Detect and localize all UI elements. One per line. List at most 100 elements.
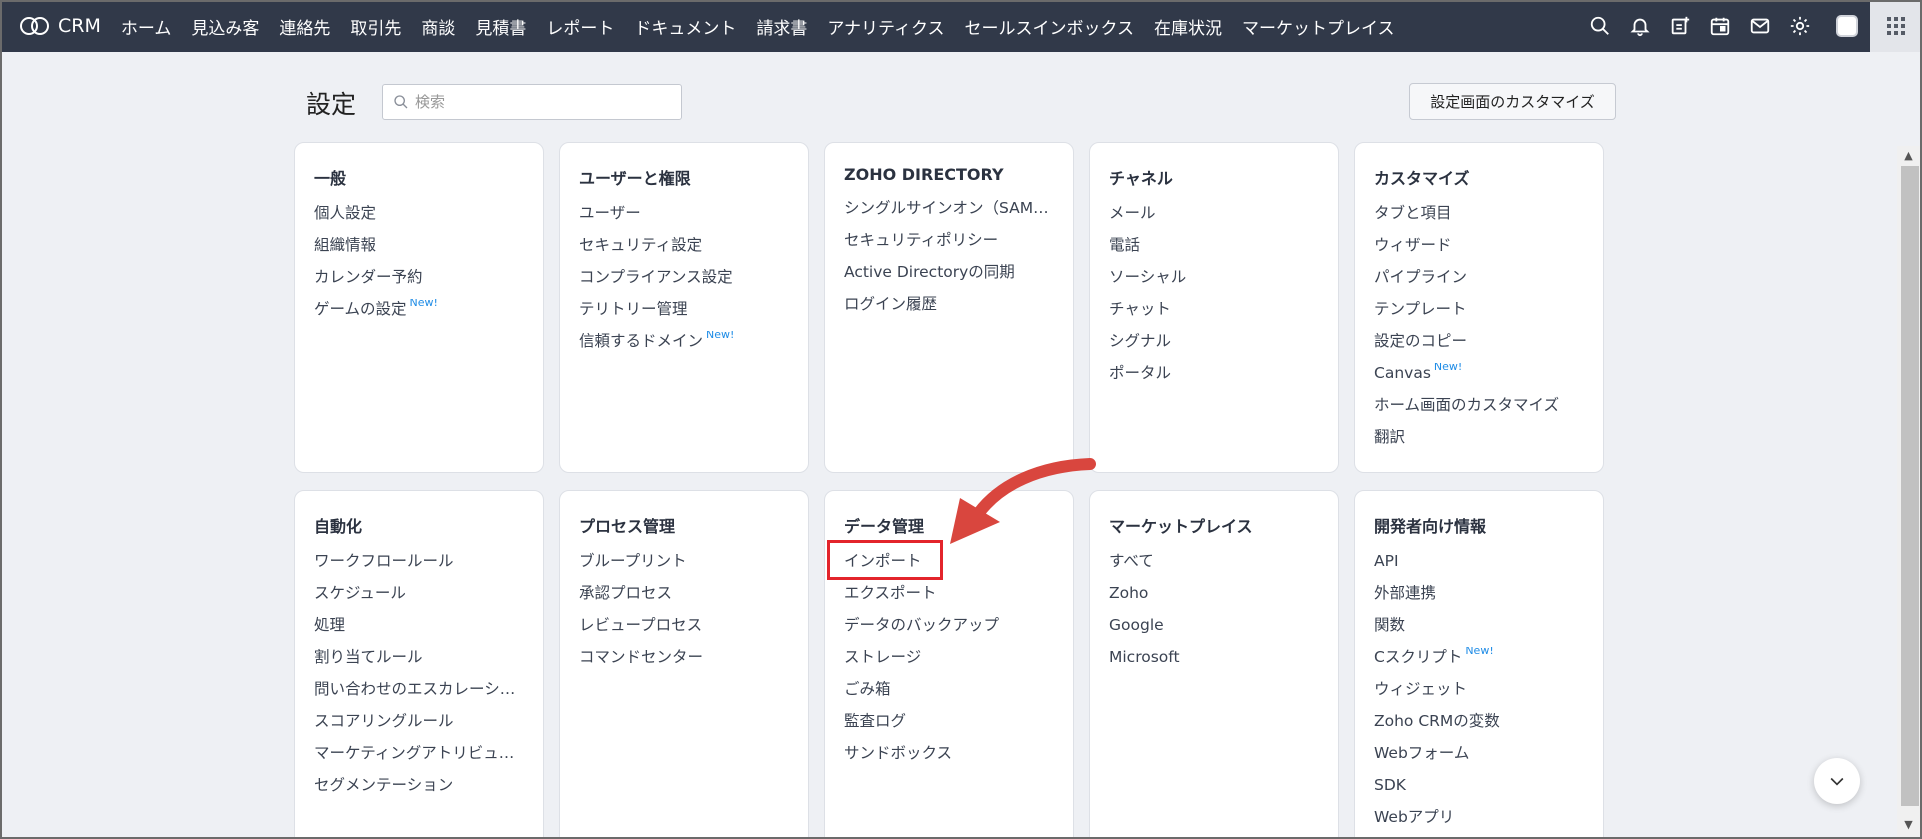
link-security-control[interactable]: セキュリティ設定 (579, 235, 789, 267)
link-crm-variables[interactable]: Zoho CRMの変数 (1374, 711, 1584, 743)
link-webforms[interactable]: Webフォーム (1374, 743, 1584, 775)
link-security-policy[interactable]: セキュリティポリシー (844, 230, 1054, 262)
link-users[interactable]: ユーザー (579, 203, 789, 235)
new-badge: New! (409, 299, 438, 309)
link-email[interactable]: メール (1109, 203, 1319, 235)
link-copy-customization[interactable]: 設定のコピー (1374, 331, 1584, 363)
link-approval-processes[interactable]: 承認プロセス (579, 583, 789, 615)
nav-tab-contacts[interactable]: 連絡先 (279, 14, 330, 39)
link-scoring-rules[interactable]: スコアリングルール (314, 711, 524, 743)
link-portals[interactable]: ポータル (1109, 363, 1319, 395)
link-modules-and-fields[interactable]: タブと項目 (1374, 203, 1584, 235)
add-note-icon[interactable] (1660, 0, 1700, 52)
nav-tab-salesinbox[interactable]: セールスインボックス (965, 14, 1135, 39)
link-widgets[interactable]: ウィジェット (1374, 679, 1584, 711)
nav-tab-accounts[interactable]: 取引先 (350, 14, 401, 39)
link-social[interactable]: ソーシャル (1109, 267, 1319, 299)
nav-tab-marketplace[interactable]: マーケットプレイス (1242, 14, 1395, 39)
search-icon (394, 95, 408, 109)
link-recycle-bin[interactable]: ごみ箱 (844, 679, 1054, 711)
customize-settings-button[interactable]: 設定画面のカスタマイズ (1409, 83, 1616, 120)
link-gamescope[interactable]: ゲームの設定 New! (314, 299, 524, 331)
new-badge: New! (706, 331, 735, 341)
scroll-down-button[interactable] (1814, 758, 1860, 804)
link-calendar-booking[interactable]: カレンダー予約 (314, 267, 524, 299)
search-input[interactable] (415, 93, 655, 111)
nav-tab-invoices[interactable]: 請求書 (756, 14, 807, 39)
mail-icon[interactable] (1740, 0, 1780, 52)
nav-tab-quotes[interactable]: 見積書 (475, 14, 526, 39)
link-trusted-domains[interactable]: 信頼するドメイン New! (579, 331, 789, 363)
link-review-processes[interactable]: レビュープロセス (579, 615, 789, 647)
link-templates[interactable]: テンプレート (1374, 299, 1584, 331)
link-sandbox[interactable]: サンドボックス (844, 743, 1054, 775)
link-label: 信頼するドメイン (579, 332, 704, 350)
nav-tab-home[interactable]: ホーム (121, 14, 172, 39)
link-segmentation[interactable]: セグメンテーション (314, 775, 524, 807)
nav-tab-deals[interactable]: 商談 (421, 14, 455, 39)
link-translations[interactable]: 翻訳 (1374, 427, 1584, 459)
link-wizards[interactable]: ウィザード (1374, 235, 1584, 267)
link-export[interactable]: エクスポート (844, 583, 1054, 615)
scrollbar-thumb[interactable] (1901, 166, 1919, 806)
card-marketplace: マーケットプレイス すべて Zoho Google Microsoft (1089, 490, 1339, 839)
link-command-center[interactable]: コマンドセンター (579, 647, 789, 679)
link-login-history[interactable]: ログイン履歴 (844, 294, 1054, 326)
link-assignment-rules[interactable]: 割り当てルール (314, 647, 524, 679)
link-audit-log[interactable]: 監査ログ (844, 711, 1054, 743)
new-badge: New! (1433, 363, 1463, 373)
link-web-apps[interactable]: Webアプリ (1374, 807, 1584, 839)
link-case-escalation[interactable]: 問い合わせのエスカレーショ... (314, 679, 524, 711)
calendar-icon[interactable] (1700, 0, 1740, 52)
card-title: カスタマイズ (1374, 169, 1470, 188)
user-avatar[interactable] (1836, 15, 1858, 37)
crm-logo[interactable]: CRM (20, 15, 101, 37)
link-actions[interactable]: 処理 (314, 615, 524, 647)
nav-utility-icons (1580, 0, 1922, 52)
link-customize-home-page[interactable]: ホーム画面のカスタマイズ (1374, 395, 1584, 427)
settings-search[interactable] (382, 84, 682, 120)
link-pipelines[interactable]: パイプライン (1374, 267, 1584, 299)
apps-grid-button[interactable] (1870, 0, 1922, 52)
link-apis[interactable]: API (1374, 551, 1584, 583)
nav-tab-inventory[interactable]: 在庫状況 (1154, 14, 1222, 39)
link-zoho[interactable]: Zoho (1109, 583, 1319, 615)
link-compliance-settings[interactable]: コンプライアンス設定 (579, 267, 789, 299)
link-all[interactable]: すべて (1109, 551, 1319, 583)
nav-tab-analytics[interactable]: アナリティクス (827, 14, 944, 39)
link-territory-management[interactable]: テリトリー管理 (579, 299, 789, 331)
link-sdk[interactable]: SDK (1374, 775, 1584, 807)
link-saml[interactable]: シングルサインオン（SAML） (844, 198, 1054, 230)
link-personal-settings[interactable]: 個人設定 (314, 203, 524, 235)
card-channels: チャネル メール 電話 ソーシャル チャット シグナル ポータル (1089, 142, 1339, 473)
gear-icon[interactable] (1780, 0, 1820, 52)
link-microsoft[interactable]: Microsoft (1109, 647, 1319, 679)
link-connections[interactable]: 外部連携 (1374, 583, 1584, 615)
scroll-up-icon[interactable]: ▲ (1897, 146, 1920, 164)
link-storage[interactable]: ストレージ (844, 647, 1054, 679)
scroll-down-icon[interactable]: ▼ (1897, 815, 1920, 833)
link-google[interactable]: Google (1109, 615, 1319, 647)
link-schedules[interactable]: スケジュール (314, 583, 524, 615)
nav-tab-leads[interactable]: 見込み客 (191, 14, 259, 39)
link-blueprint[interactable]: ブループリント (579, 551, 789, 583)
card-process-management: プロセス管理 ブループリント 承認プロセス レビュープロセス コマンドセンター (559, 490, 809, 839)
bell-icon[interactable] (1620, 0, 1660, 52)
link-active-directory-sync[interactable]: Active Directoryの同期 (844, 262, 1054, 294)
link-data-backup[interactable]: データのバックアップ (844, 615, 1054, 647)
card-title: チャネル (1109, 169, 1173, 188)
card-title: 自動化 (314, 517, 363, 536)
link-chat[interactable]: チャット (1109, 299, 1319, 331)
link-canvas[interactable]: Canvas New! (1374, 363, 1584, 395)
search-icon[interactable] (1580, 0, 1620, 52)
link-client-script[interactable]: Cスクリプト New! (1374, 647, 1584, 679)
link-functions[interactable]: 関数 (1374, 615, 1584, 647)
nav-tab-reports[interactable]: レポート (546, 14, 614, 39)
card-automation: 自動化 ワークフロールール スケジュール 処理 割り当てルール 問い合わせのエス… (294, 490, 544, 839)
link-signals[interactable]: シグナル (1109, 331, 1319, 363)
link-company-details[interactable]: 組織情報 (314, 235, 524, 267)
link-marketing-attribution[interactable]: マーケティングアトリビュー... (314, 743, 524, 775)
link-workflow-rules[interactable]: ワークフロールール (314, 551, 524, 583)
nav-tab-documents[interactable]: ドキュメント (634, 14, 736, 39)
link-telephony[interactable]: 電話 (1109, 235, 1319, 267)
